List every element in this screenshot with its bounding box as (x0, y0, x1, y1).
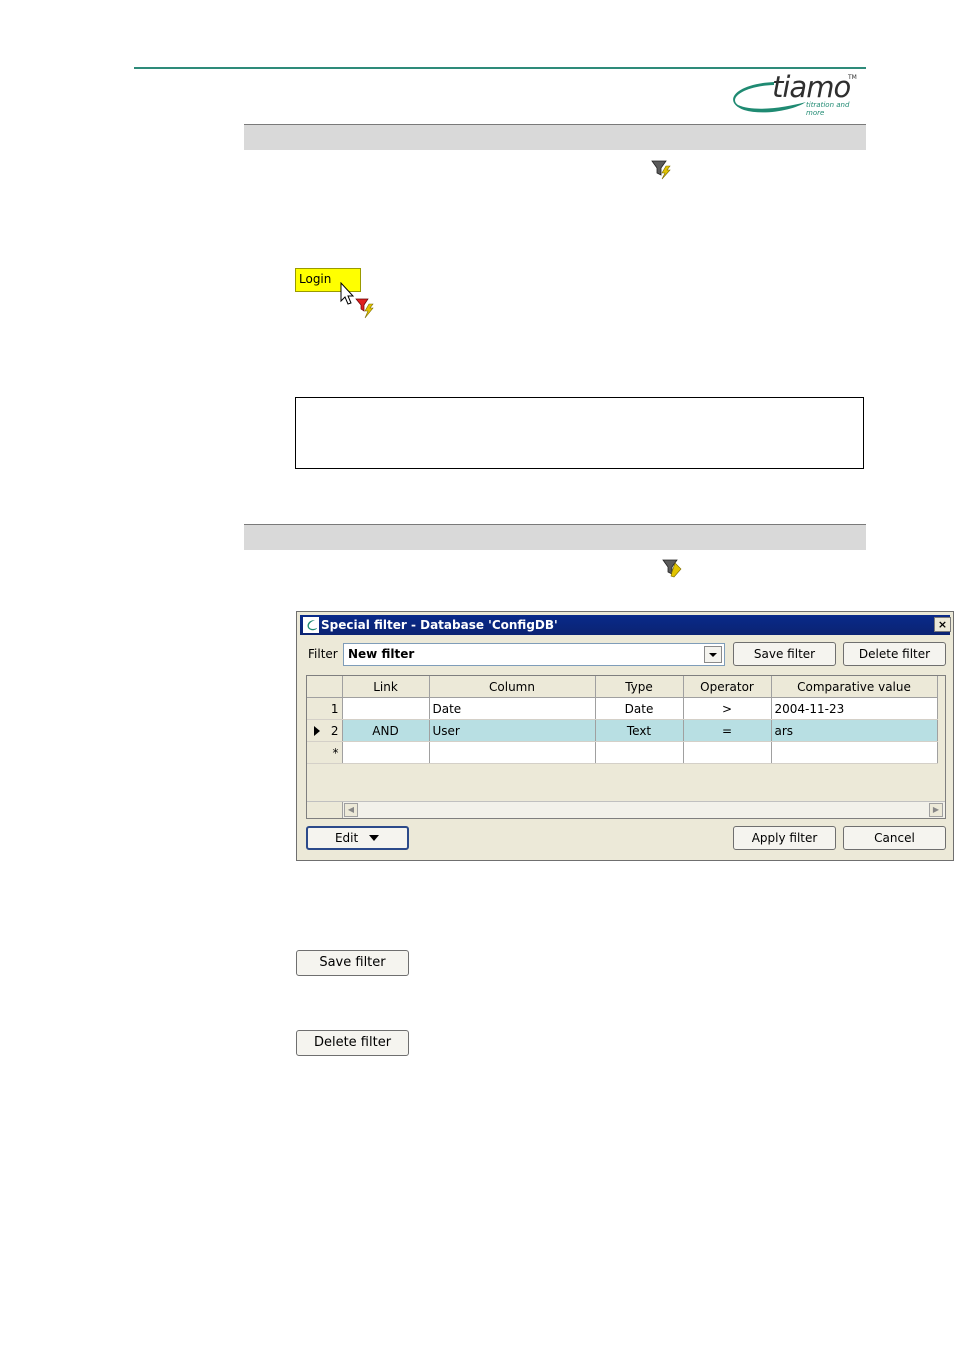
delete-filter-button[interactable]: Delete filter (843, 642, 946, 666)
chevron-down-icon[interactable] (704, 646, 722, 663)
cell-type[interactable] (595, 741, 684, 764)
filter-select-value: New filter (348, 647, 415, 661)
grid-header-row: Link Column Type Operator Comparative va… (307, 676, 938, 698)
cell-link[interactable] (342, 697, 430, 720)
filter-grid: Link Column Type Operator Comparative va… (306, 675, 946, 819)
row-number[interactable]: 1 (307, 697, 343, 720)
edit-menu-button[interactable]: Edit (306, 826, 409, 850)
column-header-column[interactable]: Column (429, 676, 596, 698)
cell-comparative-value[interactable]: 2004-11-23 (771, 697, 938, 720)
cell-operator[interactable]: > (683, 697, 772, 720)
horizontal-scrollbar[interactable]: ◀ ▶ (307, 801, 945, 818)
row-number[interactable]: * (307, 741, 343, 764)
scrollbar-corner (307, 802, 343, 818)
cell-column[interactable] (429, 741, 596, 764)
dialog-title-bar: Special filter - Database 'ConfigDB' × (300, 615, 951, 635)
save-filter-button-illustration[interactable]: Save filter (296, 950, 409, 976)
app-icon (303, 617, 319, 633)
dialog-title: Special filter - Database 'ConfigDB' (321, 618, 558, 632)
cell-type[interactable]: Text (595, 719, 684, 742)
delete-filter-button-illustration[interactable]: Delete filter (296, 1030, 409, 1056)
apply-filter-button[interactable]: Apply filter (733, 826, 836, 850)
quick-filter-icon (650, 158, 674, 180)
special-filter-dialog: Special filter - Database 'ConfigDB' × F… (296, 611, 954, 861)
dropdown-arrow-icon (369, 835, 380, 841)
edit-button-label: Edit (334, 831, 359, 845)
close-icon[interactable]: × (934, 617, 951, 632)
cell-comparative-value[interactable]: ars (771, 719, 938, 742)
table-row-selected[interactable]: 2 AND User Text = ars (307, 719, 938, 742)
scroll-right-icon[interactable]: ▶ (929, 803, 943, 817)
cell-column[interactable]: Date (429, 697, 596, 720)
cell-link[interactable] (342, 741, 430, 764)
section-bar-1 (244, 124, 866, 150)
table-row[interactable]: 1 Date Date > 2004-11-23 (307, 697, 938, 720)
column-header-comparative-value[interactable]: Comparative value (771, 676, 938, 698)
save-filter-button[interactable]: Save filter (733, 642, 836, 666)
cursor-filter-icon (338, 281, 380, 322)
column-header-link[interactable]: Link (342, 676, 430, 698)
note-box (295, 397, 864, 469)
cell-operator[interactable] (683, 741, 772, 764)
section-bar-2 (244, 524, 866, 550)
cell-type[interactable]: Date (595, 697, 684, 720)
cell-comparative-value[interactable] (771, 741, 938, 764)
cell-column[interactable]: User (429, 719, 596, 742)
cancel-button[interactable]: Cancel (843, 826, 946, 850)
row-pointer-icon (313, 724, 321, 738)
filter-label: Filter (308, 647, 338, 661)
filter-select[interactable]: New filter (343, 643, 725, 666)
grid-corner (307, 676, 343, 698)
row-number[interactable]: 2 (307, 719, 343, 742)
special-filter-icon (661, 557, 685, 579)
row-number-text: 2 (330, 723, 339, 738)
table-row-new[interactable]: * (307, 741, 938, 764)
header-rule (134, 67, 866, 69)
column-header-type[interactable]: Type (595, 676, 684, 698)
scroll-left-icon[interactable]: ◀ (344, 803, 358, 817)
column-header-operator[interactable]: Operator (683, 676, 772, 698)
cell-link[interactable]: AND (342, 719, 430, 742)
cell-operator[interactable]: = (683, 719, 772, 742)
tiamo-logo: tiamo TM titration and more (724, 70, 866, 118)
logo-trademark: TM (848, 74, 857, 81)
logo-wordmark: tiamo (772, 70, 851, 104)
logo-tagline: titration and more (806, 101, 850, 117)
